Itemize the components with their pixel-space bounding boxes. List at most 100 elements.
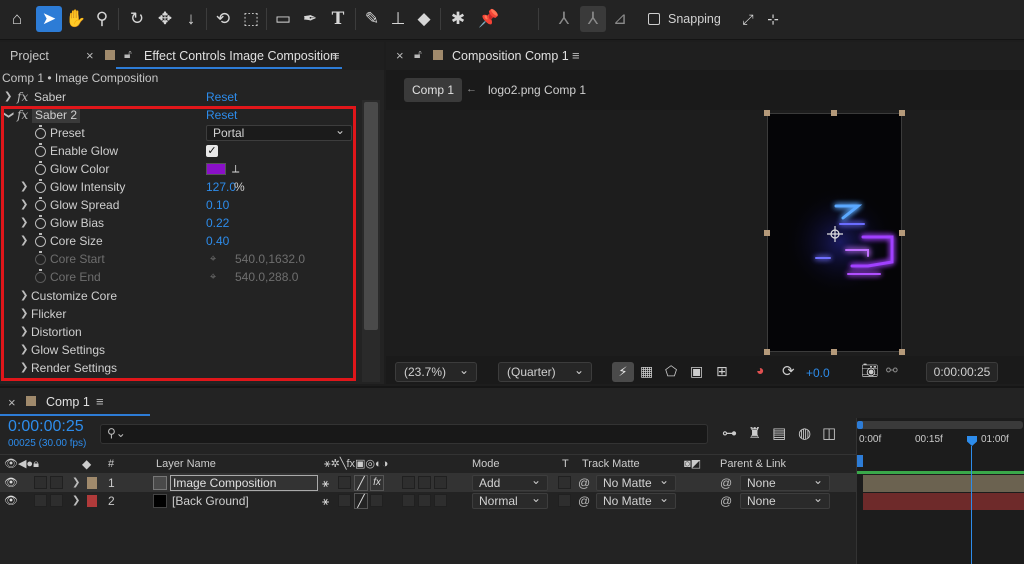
pick-whip-icon[interactable]: @ bbox=[720, 474, 732, 492]
frame-blending-icon[interactable]: ◍ bbox=[798, 424, 811, 442]
matte-link-icon[interactable]: @ bbox=[578, 492, 590, 510]
transform-handle[interactable] bbox=[764, 110, 770, 116]
home-icon[interactable]: ⌂ bbox=[4, 6, 30, 32]
region-of-interest-icon[interactable]: ▣ bbox=[690, 363, 703, 380]
comp-frame[interactable] bbox=[767, 113, 902, 352]
rectangle-icon[interactable]: ▭ bbox=[270, 6, 296, 32]
eraser-icon[interactable]: ◆ bbox=[411, 6, 437, 32]
transparency-grid-icon[interactable]: ▦ bbox=[640, 363, 653, 380]
puppet-pin-icon[interactable]: 📌 bbox=[476, 6, 502, 32]
selection-icon[interactable]: ➤ bbox=[36, 6, 62, 32]
playhead[interactable] bbox=[967, 436, 977, 446]
zoom-dropdown[interactable]: (23.7%) ⌄ bbox=[395, 362, 477, 382]
tab-composition[interactable]: Composition Comp 1 bbox=[452, 49, 569, 63]
label-color-swatch[interactable] bbox=[87, 477, 97, 489]
graph-editor-icon[interactable]: ◫ bbox=[822, 424, 836, 442]
clone-stamp-icon[interactable]: ⊥ bbox=[385, 6, 411, 32]
scrollbar-thumb[interactable] bbox=[364, 102, 378, 330]
snapping-checkbox[interactable] bbox=[648, 13, 660, 25]
rotate-icon[interactable]: ⟲ bbox=[210, 6, 236, 32]
effect-row-saber[interactable]: ❯ fx Saber Reset bbox=[0, 88, 362, 106]
anchor-icon[interactable]: ⬚ bbox=[238, 6, 264, 32]
type-icon[interactable]: T bbox=[325, 6, 351, 32]
brush-icon[interactable]: ✎ bbox=[359, 6, 385, 32]
axis-world-icon[interactable]: ⅄ bbox=[580, 6, 606, 32]
layer-name[interactable]: [Back Ground] bbox=[172, 492, 249, 510]
reset-link[interactable]: Reset bbox=[206, 88, 237, 106]
label-color-swatch[interactable] bbox=[87, 495, 97, 507]
dolly-icon[interactable]: ↓ bbox=[178, 6, 204, 32]
mode-dropdown[interactable]: Normal bbox=[472, 491, 548, 509]
layer-name-header[interactable]: Layer Name bbox=[156, 458, 216, 470]
axis-local-icon[interactable]: ⅄ bbox=[551, 6, 577, 32]
mode-dropdown[interactable]: Add bbox=[472, 473, 548, 491]
composition-viewer[interactable] bbox=[386, 110, 1024, 356]
transform-handle[interactable] bbox=[899, 349, 905, 355]
quality-icon[interactable]: ╱ bbox=[354, 475, 368, 491]
panel-menu-icon[interactable]: ≡ bbox=[96, 394, 104, 409]
panel-menu-icon[interactable]: ≡ bbox=[572, 48, 580, 63]
comp-timecode[interactable]: 0:00:00:25 bbox=[926, 362, 998, 382]
eye-icon[interactable]: 👁︎ bbox=[4, 492, 18, 510]
layer-row[interactable]: 👁︎ ❯ 2 [Back Ground] ⚹ ╱ Normal @ No Mat… bbox=[0, 491, 856, 510]
track-matte-dropdown[interactable]: No Matte bbox=[596, 491, 676, 509]
fx-icon[interactable]: fx bbox=[17, 88, 28, 106]
crumb-logo2[interactable]: logo2.png Comp 1 bbox=[488, 83, 586, 97]
parent-dropdown[interactable]: None bbox=[740, 491, 830, 509]
layer-row[interactable]: 👁︎ ❯ 1 Image Composition ⚹ ╱ fx Add @ No… bbox=[0, 473, 856, 492]
close-icon[interactable]: × bbox=[86, 48, 94, 63]
snap-grid-icon[interactable]: ⊹ bbox=[760, 6, 786, 32]
transform-handle[interactable] bbox=[899, 230, 905, 236]
tab-comp-1[interactable]: Comp 1 bbox=[46, 395, 90, 409]
panel-menu-icon[interactable]: ≡ bbox=[332, 48, 340, 63]
snapshot-icon[interactable]: 📷︎ bbox=[861, 362, 879, 379]
shy-icon[interactable]: ⚹ bbox=[322, 474, 329, 492]
fast-previews-icon[interactable]: ⚡ bbox=[612, 362, 634, 382]
work-area-bar[interactable] bbox=[859, 421, 1023, 429]
draft-3d-icon[interactable]: ♜ bbox=[748, 424, 761, 442]
reset-exposure-icon[interactable]: ⟳ bbox=[782, 362, 795, 380]
shy-layers-icon[interactable]: ▤ bbox=[772, 424, 786, 442]
close-icon[interactable]: × bbox=[8, 395, 16, 410]
mask-visibility-icon[interactable]: ⬠ bbox=[665, 363, 677, 380]
shy-icon[interactable]: ⚹ bbox=[322, 492, 329, 510]
layer-name[interactable]: Image Composition bbox=[170, 475, 318, 491]
transform-handle[interactable] bbox=[831, 349, 837, 355]
exposure-value[interactable]: +0.0 bbox=[806, 366, 830, 380]
transform-handle[interactable] bbox=[764, 230, 770, 236]
fx-switch-icon[interactable]: fx bbox=[370, 475, 384, 491]
grid-guides-icon[interactable]: ⊞ bbox=[716, 363, 728, 380]
composition-mini-flowchart-icon[interactable]: ⊶ bbox=[722, 424, 737, 442]
layer-search-input[interactable]: ⚲⌄ bbox=[100, 424, 708, 444]
pick-whip-icon[interactable]: @ bbox=[720, 492, 732, 510]
tab-project[interactable]: Project bbox=[10, 49, 49, 63]
roto-brush-icon[interactable]: ✱ bbox=[445, 6, 471, 32]
zoom-icon[interactable]: ⚲ bbox=[89, 6, 115, 32]
matte-link-icon[interactable]: @ bbox=[578, 474, 590, 492]
snap-edges-icon[interactable]: ⤢ bbox=[735, 6, 761, 32]
close-icon[interactable]: × bbox=[396, 48, 404, 63]
pan-behind-icon[interactable]: ✥ bbox=[152, 6, 178, 32]
transform-handle[interactable] bbox=[831, 110, 837, 116]
resolution-dropdown[interactable]: (Quarter) ⌄ bbox=[498, 362, 592, 382]
crumb-comp-1[interactable]: Comp 1 bbox=[404, 78, 462, 102]
parent-dropdown[interactable]: None bbox=[740, 473, 830, 491]
time-graph[interactable]: 0:00f 00:15f 01:00f bbox=[856, 418, 1024, 564]
eye-icon[interactable]: 👁︎ bbox=[4, 474, 18, 492]
lock-icon[interactable]: 🔓︎ bbox=[124, 47, 132, 62]
layer-bar-1[interactable] bbox=[863, 475, 1024, 492]
quality-icon[interactable]: ╱ bbox=[354, 493, 368, 509]
layer-bar-2[interactable] bbox=[863, 493, 1024, 510]
orbit-icon[interactable]: ↻ bbox=[124, 6, 150, 32]
color-channels-icon[interactable]: ◕ bbox=[756, 362, 764, 378]
current-time-display[interactable]: 0:00:00:25 bbox=[8, 418, 84, 436]
transform-handle[interactable] bbox=[899, 110, 905, 116]
axis-view-icon[interactable]: ⊿ bbox=[607, 6, 633, 32]
track-matte-dropdown[interactable]: No Matte bbox=[596, 473, 676, 491]
lock-icon[interactable]: 🔓︎ bbox=[414, 47, 422, 62]
transform-handle[interactable] bbox=[764, 349, 770, 355]
tab-effect-controls[interactable]: Effect Controls Image Composition bbox=[144, 49, 337, 63]
hand-icon[interactable]: ✋ bbox=[63, 6, 89, 32]
pen-icon[interactable]: ✒ bbox=[297, 6, 323, 32]
show-snapshot-icon[interactable]: ⚯ bbox=[886, 362, 898, 379]
